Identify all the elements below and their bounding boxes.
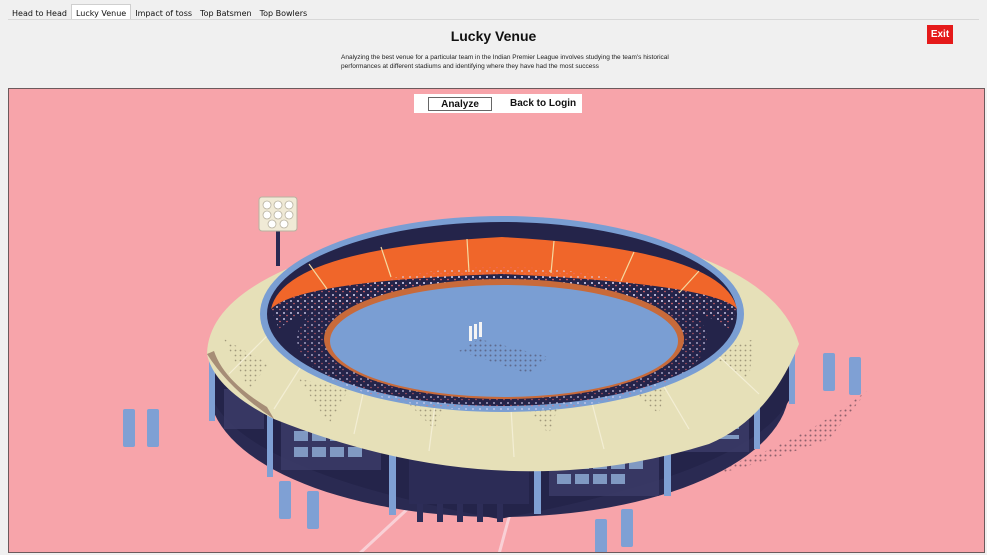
page-description: Analyzing the best venue for a particula… <box>341 54 669 70</box>
tab-top-batsmen[interactable]: Top Batsmen <box>196 5 256 19</box>
cricket-field <box>330 285 678 397</box>
tab-bar: Head to Head Lucky Venue Impact of toss … <box>8 4 979 19</box>
tab-impact-of-toss[interactable]: Impact of toss <box>131 5 196 19</box>
back-to-login-button[interactable]: Back to Login <box>510 98 576 109</box>
tab-lucky-venue[interactable]: Lucky Venue <box>70 4 132 19</box>
stadium-panel: Analyze Back to Login <box>8 88 985 553</box>
tab-head-to-head[interactable]: Head to Head <box>8 5 71 19</box>
exit-button[interactable]: Exit <box>927 25 953 44</box>
cricket-stadium-illustration <box>123 196 869 552</box>
app-window: Head to Head Lucky Venue Impact of toss … <box>0 0 987 555</box>
tab-top-bowlers[interactable]: Top Bowlers <box>256 5 312 19</box>
page-header: Lucky Venue Analyzing the best venue for… <box>8 19 979 89</box>
action-toolbar: Analyze Back to Login <box>414 94 582 113</box>
page-title: Lucky Venue <box>450 28 537 44</box>
floodlight <box>258 196 298 266</box>
analyze-button[interactable]: Analyze <box>428 96 492 111</box>
